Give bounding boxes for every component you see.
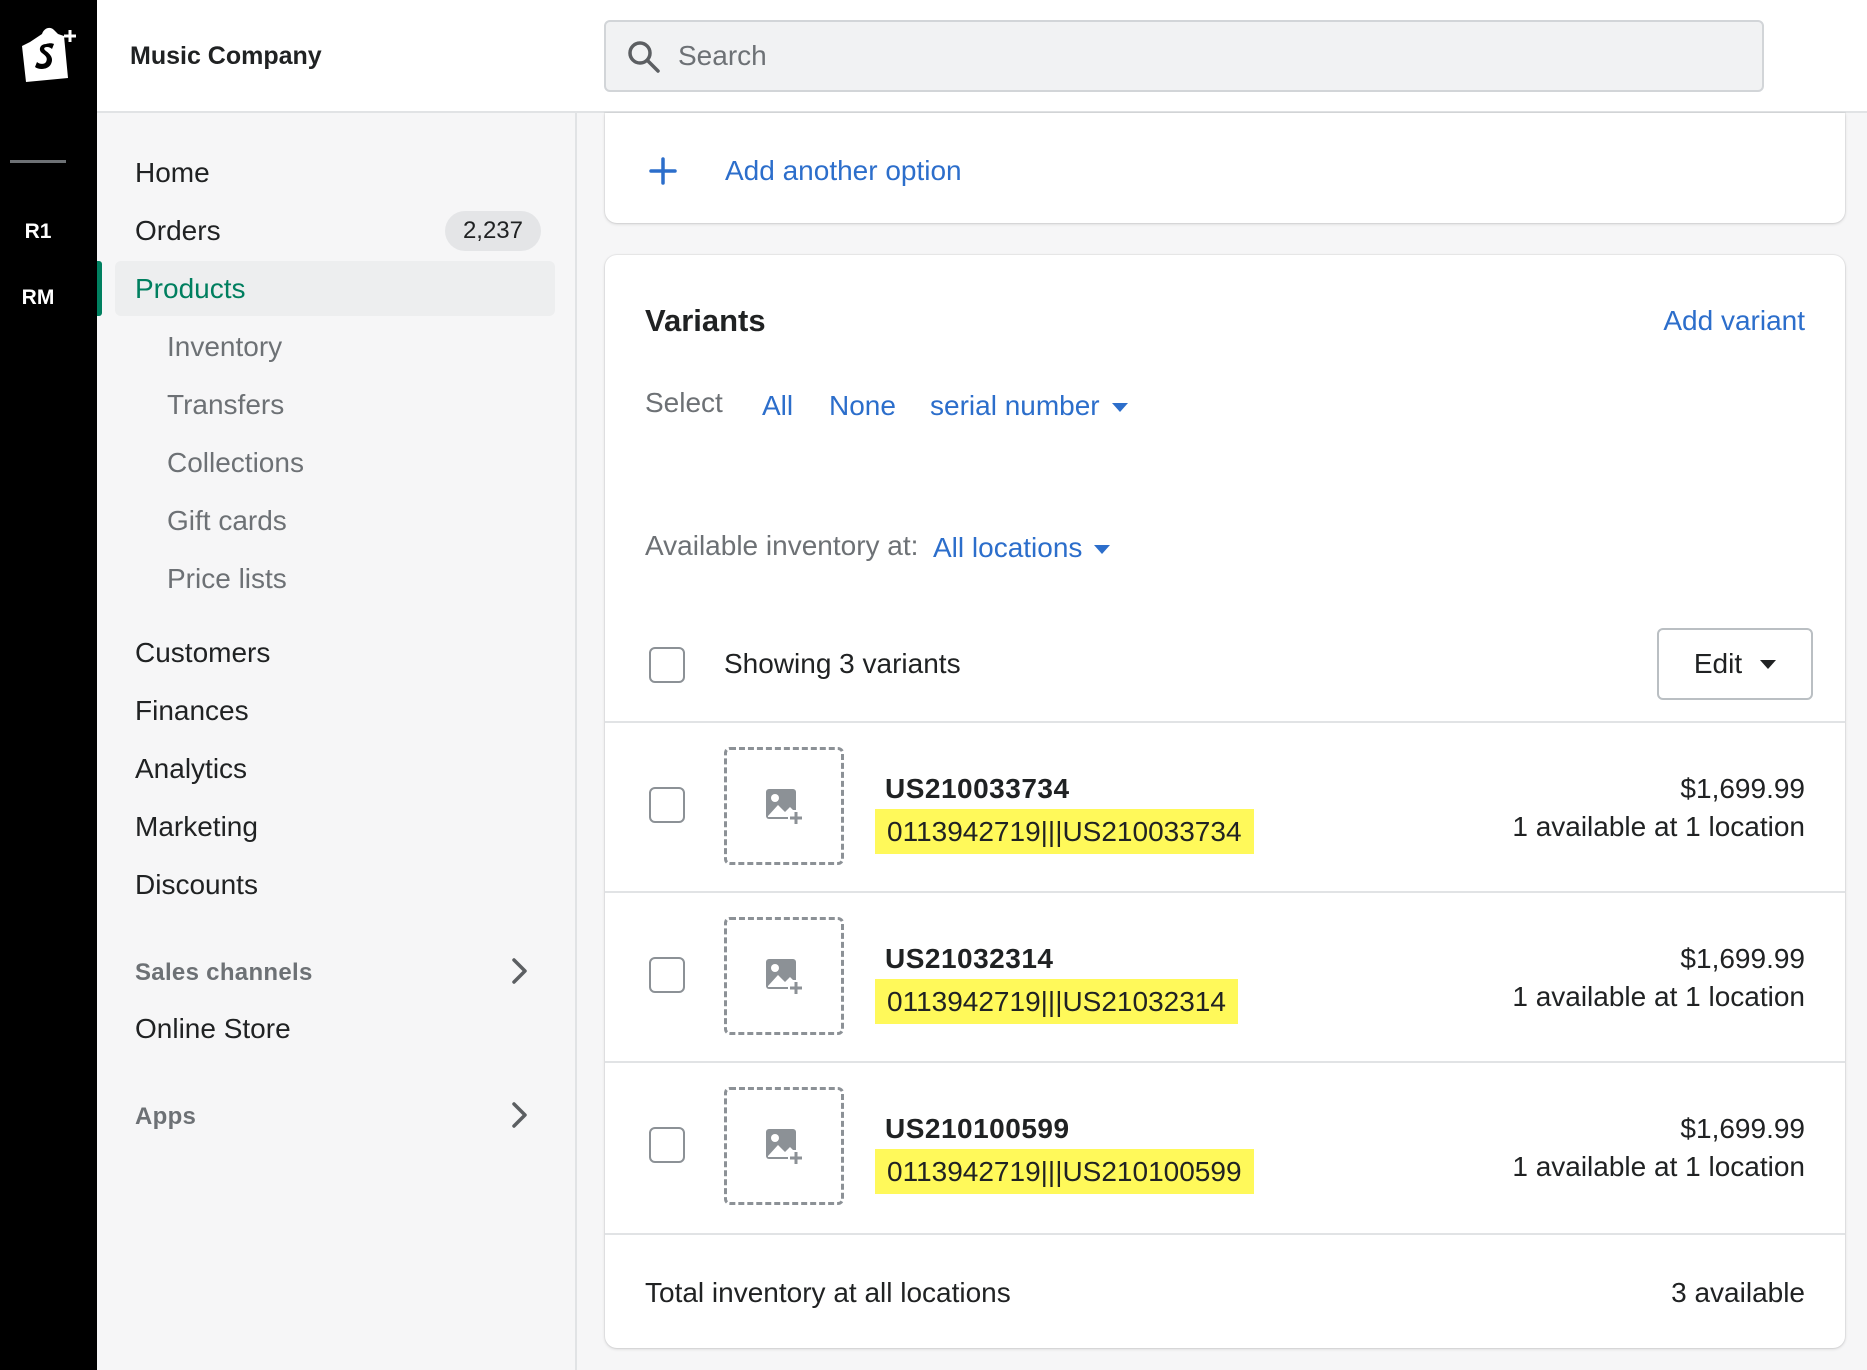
variant-sku: 0113942719|||US210033734 [875, 809, 1254, 854]
sidebar-item-label: Online Store [135, 1012, 291, 1044]
select-all-variants-checkbox[interactable] [649, 647, 685, 683]
add-variant-link[interactable]: Add variant [1663, 305, 1805, 337]
plus-icon[interactable] [649, 157, 677, 185]
total-inventory-value: 3 available [1671, 1277, 1805, 1308]
store-name[interactable]: Music Company [130, 42, 322, 71]
sidebar-item-discounts[interactable]: Discounts [115, 857, 555, 912]
rail-divider [10, 160, 66, 163]
select-label: Select [645, 387, 723, 418]
variant-price: $1,699.99 [1680, 1113, 1805, 1144]
sidebar-item-inventory[interactable]: Inventory [115, 319, 555, 374]
sidebar-item-label: Orders [135, 214, 221, 246]
sidebar-item-label: Transfers [167, 388, 285, 420]
variant-row[interactable]: US210100599 0113942719|||US210100599 $1,… [605, 1061, 1845, 1231]
inventory-location-dropdown[interactable]: All locations [933, 532, 1111, 564]
sidebar-item-label: Discounts [135, 868, 258, 900]
sales-channels-heading[interactable]: Sales channels [135, 959, 313, 987]
sidebar-item-products[interactable]: Products [97, 261, 555, 316]
orders-count-badge: 2,237 [444, 211, 541, 251]
app-rail: R1 RM [0, 0, 97, 1370]
sidebar-item-label: Marketing [135, 810, 258, 842]
edit-button-label: Edit [1693, 648, 1743, 679]
sidebar-item-label: Gift cards [167, 504, 287, 536]
add-image-placeholder[interactable] [724, 917, 844, 1035]
search-icon [628, 41, 660, 73]
caret-down-icon [1111, 403, 1128, 413]
variant-availability: 1 available at 1 location [1512, 1151, 1805, 1182]
sidebar-item-label: Collections [167, 446, 304, 478]
inventory-location-label: Available inventory at: [645, 530, 919, 561]
apps-heading[interactable]: Apps [135, 1103, 196, 1131]
search-input[interactable] [678, 22, 1738, 90]
variant-checkbox[interactable] [649, 957, 685, 993]
sidebar-item-label: Inventory [167, 330, 283, 362]
variant-price: $1,699.99 [1680, 943, 1805, 974]
variant-price: $1,699.99 [1680, 773, 1805, 804]
top-bar: Music Company [97, 0, 1867, 113]
add-image-icon [766, 1129, 804, 1166]
sidebar-item-finances[interactable]: Finances [115, 683, 555, 738]
total-inventory-row: Total inventory at all locations 3 avail… [605, 1233, 1845, 1348]
sidebar-item-label: Home [135, 156, 210, 188]
add-image-placeholder[interactable] [724, 1087, 844, 1205]
chevron-right-icon[interactable] [509, 955, 531, 987]
edit-dropdown-button[interactable]: Edit [1657, 628, 1813, 700]
select-all-link[interactable]: All [762, 390, 793, 422]
sidebar-item-label: Finances [135, 694, 249, 726]
select-option-label: serial number [930, 390, 1100, 421]
sidebar-item-label: Products [135, 272, 246, 304]
select-none-link[interactable]: None [829, 390, 896, 422]
sidebar: Home Orders 2,237 Products Inventory Tra… [97, 113, 577, 1370]
sidebar-item-marketing[interactable]: Marketing [115, 799, 555, 854]
total-inventory-label: Total inventory at all locations [645, 1277, 1011, 1308]
variant-row[interactable]: US21032314 0113942719|||US21032314 $1,69… [605, 891, 1845, 1061]
variant-title[interactable]: US21032314 [885, 943, 1053, 975]
variant-checkbox[interactable] [649, 1127, 685, 1163]
inventory-location-value: All locations [933, 532, 1083, 563]
sidebar-item-collections[interactable]: Collections [115, 435, 555, 490]
shopify-plus-logo-icon[interactable] [12, 20, 80, 88]
variant-availability: 1 available at 1 location [1512, 811, 1805, 842]
sidebar-item-price-lists[interactable]: Price lists [115, 551, 555, 606]
store-switch-rm[interactable]: RM [0, 286, 76, 310]
variant-title[interactable]: US210033734 [885, 773, 1070, 805]
variant-checkbox[interactable] [649, 787, 685, 823]
sidebar-item-transfers[interactable]: Transfers [115, 377, 555, 432]
sidebar-item-customers[interactable]: Customers [115, 625, 555, 680]
sidebar-item-orders[interactable]: Orders 2,237 [115, 203, 555, 258]
chevron-right-icon[interactable] [509, 1099, 531, 1131]
add-image-placeholder[interactable] [724, 747, 844, 865]
variant-sku: 0113942719|||US210100599 [875, 1149, 1254, 1194]
caret-down-icon [1094, 545, 1111, 555]
caret-down-icon [1760, 659, 1777, 669]
variant-sku: 0113942719|||US21032314 [875, 979, 1238, 1024]
showing-variants-label: Showing 3 variants [724, 648, 961, 679]
add-another-option-link[interactable]: Add another option [725, 155, 962, 187]
add-image-icon [766, 959, 804, 996]
sidebar-item-label: Analytics [135, 752, 248, 784]
variants-title: Variants [645, 303, 766, 338]
search-box[interactable] [604, 20, 1764, 92]
sidebar-item-label: Price lists [167, 562, 287, 594]
sidebar-item-online-store[interactable]: Online Store [115, 1001, 555, 1056]
select-by-option-dropdown[interactable]: serial number [930, 390, 1128, 422]
variant-row[interactable]: US210033734 0113942719|||US210033734 $1,… [605, 721, 1845, 891]
variants-card: Variants Add variant Select All None ser… [605, 255, 1845, 1348]
store-switch-r1[interactable]: R1 [0, 220, 76, 244]
sidebar-item-analytics[interactable]: Analytics [115, 741, 555, 796]
sidebar-item-home[interactable]: Home [115, 145, 555, 200]
variant-title[interactable]: US210100599 [885, 1113, 1070, 1145]
add-image-icon [766, 789, 804, 826]
variant-availability: 1 available at 1 location [1512, 981, 1805, 1012]
sidebar-item-gift-cards[interactable]: Gift cards [115, 493, 555, 548]
sidebar-item-label: Customers [135, 636, 271, 668]
options-card: Add another option [605, 113, 1845, 223]
